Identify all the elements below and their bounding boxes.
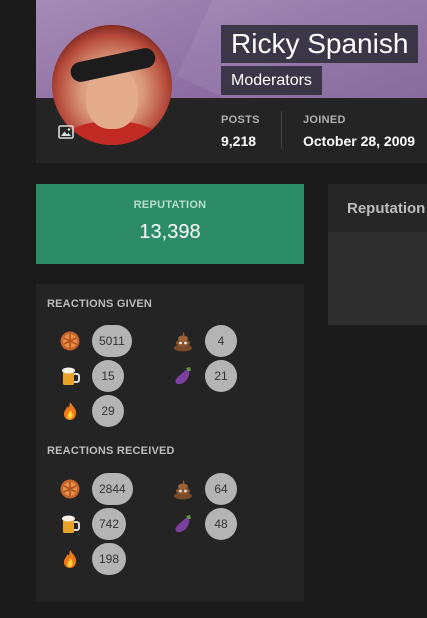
reaction-given-poop[interactable]: 4 (169, 325, 237, 357)
reaction-received-pie[interactable]: 2844 (56, 473, 133, 505)
reaction-received-poop[interactable]: 64 (169, 473, 237, 505)
reaction-received-beer[interactable]: 742 (56, 508, 127, 540)
beer-icon (56, 362, 84, 390)
reaction-count: 15 (92, 360, 124, 392)
image-icon[interactable] (55, 122, 77, 142)
reaction-count: 64 (205, 473, 237, 505)
username: Ricky Spanish (221, 25, 419, 63)
eggplant-icon (169, 510, 197, 538)
reaction-received-eggplant[interactable]: 48 (169, 508, 237, 540)
pie-icon (56, 327, 84, 355)
poop-icon (169, 475, 197, 503)
reaction-count: 21 (205, 360, 237, 392)
reaction-count: 742 (92, 508, 127, 540)
reactions-given-title: REACTIONS GIVEN (47, 298, 153, 310)
reputation-panel: Reputation (328, 184, 427, 325)
reaction-count: 5011 (92, 325, 132, 357)
fire-icon (56, 397, 84, 425)
reactions-box: REACTIONS GIVEN 5011 4 15 21 29 REACTION… (36, 284, 304, 602)
posts-label: POSTS (221, 114, 260, 126)
profile-header: Ricky Spanish Moderators POSTS 9,218 JOI… (36, 0, 427, 163)
pie-icon (56, 475, 84, 503)
reactions-received-title: REACTIONS RECEIVED (47, 445, 175, 457)
reputation-label: REPUTATION (133, 199, 207, 211)
beer-icon (56, 510, 84, 538)
reputation-panel-header: Reputation (328, 184, 427, 232)
reaction-received-fire[interactable]: 198 (56, 543, 127, 575)
reaction-count: 198 (92, 543, 127, 575)
joined-label: JOINED (303, 114, 346, 126)
eggplant-icon (169, 362, 197, 390)
reaction-given-fire[interactable]: 29 (56, 395, 124, 427)
reputation-box: REPUTATION 13,398 (36, 184, 304, 264)
reaction-count: 29 (92, 395, 124, 427)
reaction-count: 48 (205, 508, 237, 540)
fire-icon (56, 545, 84, 573)
joined-value: October 28, 2009 (303, 133, 416, 149)
usergroup-badge: Moderators (221, 66, 322, 95)
reaction-count: 4 (205, 325, 237, 357)
poop-icon (169, 327, 197, 355)
reaction-given-pie[interactable]: 5011 (56, 325, 132, 357)
stat-divider (281, 111, 282, 149)
reputation-panel-title: Reputation (347, 200, 426, 217)
reaction-given-eggplant[interactable]: 21 (169, 360, 237, 392)
reaction-count: 2844 (92, 473, 133, 505)
reaction-given-beer[interactable]: 15 (56, 360, 124, 392)
posts-value[interactable]: 9,218 (221, 133, 256, 149)
reputation-value: 13,398 (139, 221, 201, 243)
